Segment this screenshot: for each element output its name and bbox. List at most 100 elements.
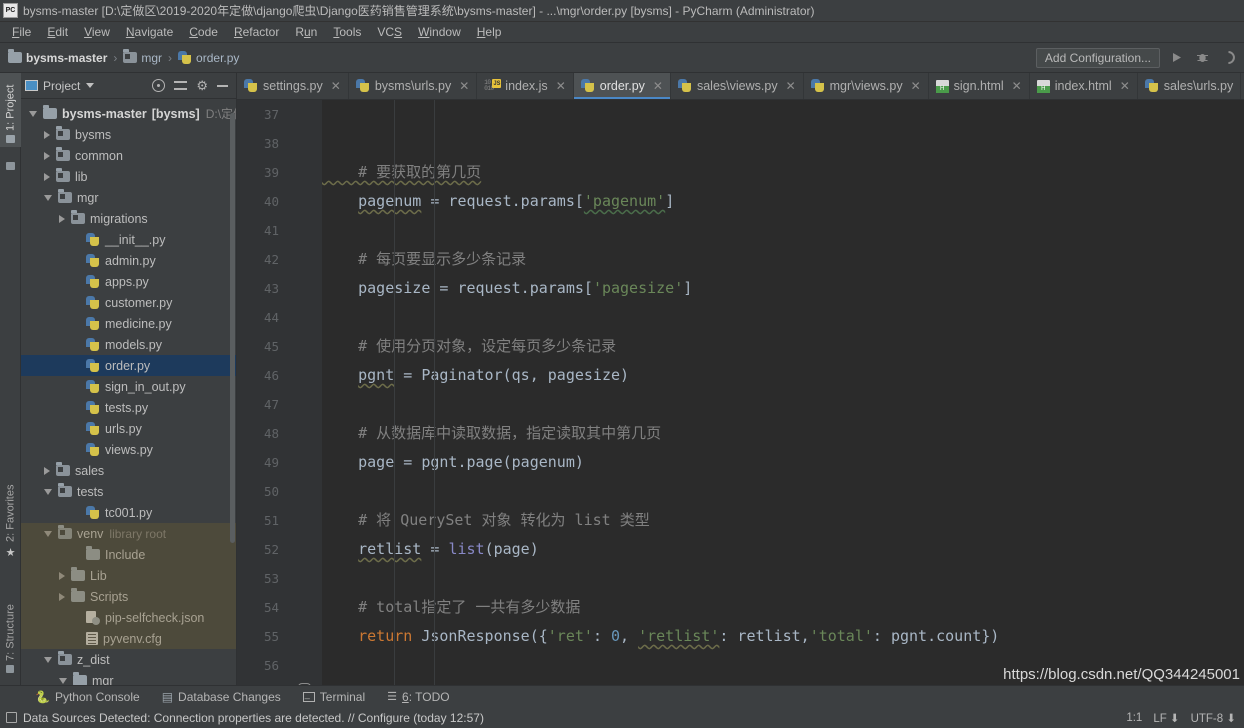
chevron-down-icon[interactable] <box>86 83 95 88</box>
editor-tab-index-js[interactable]: 10 010 JS index.js ✕ <box>477 73 574 99</box>
close-icon[interactable]: ✕ <box>1120 79 1130 93</box>
tree-item[interactable]: urls.py <box>21 418 236 439</box>
close-icon[interactable]: ✕ <box>556 79 566 93</box>
breadcrumb-item-bysms-master[interactable]: bysms-master <box>8 49 107 65</box>
caret-position[interactable]: 1:1 <box>1126 712 1142 724</box>
chevron-right-icon[interactable] <box>44 172 50 181</box>
menu-item-run[interactable]: Run <box>287 23 325 41</box>
menu-item-window[interactable]: Window <box>410 23 469 41</box>
breadcrumb-item-mgr[interactable]: mgr <box>123 49 162 65</box>
menu-item-vcs[interactable]: VCS <box>369 23 410 41</box>
chevron-down-icon[interactable] <box>44 488 52 495</box>
tree-item-selected[interactable]: order.py <box>21 355 236 376</box>
sidebar-item-structure[interactable]: 7: Structure <box>0 573 21 677</box>
tree-item[interactable]: Lib <box>21 565 236 586</box>
python-console-icon: 🐍 <box>35 689 50 704</box>
sidebar-item-favorites[interactable]: ★ 2: Favorites <box>0 467 21 563</box>
tree-item[interactable]: pip-selfcheck.json <box>21 607 236 628</box>
notification-icon[interactable] <box>6 712 17 723</box>
add-configuration-button[interactable]: Add Configuration... <box>1035 47 1160 68</box>
chevron-right-icon[interactable] <box>59 214 65 223</box>
gear-icon[interactable]: ⚙ <box>196 79 208 92</box>
close-icon[interactable]: ✕ <box>459 79 469 93</box>
tree-item[interactable]: Include <box>21 544 236 565</box>
chevron-down-icon[interactable] <box>44 530 52 537</box>
tree-item[interactable]: views.py <box>21 439 236 460</box>
chevron-right-icon[interactable] <box>44 466 50 475</box>
menu-item-refactor[interactable]: Refactor <box>226 23 287 41</box>
tree-item[interactable]: tests.py <box>21 397 236 418</box>
chevron-right-icon[interactable] <box>44 130 50 139</box>
hide-icon[interactable] <box>217 84 228 87</box>
chevron-down-icon[interactable] <box>29 110 37 117</box>
close-icon[interactable]: ✕ <box>331 79 341 93</box>
chevron-right-icon[interactable] <box>59 571 65 580</box>
tree-item[interactable]: medicine.py <box>21 313 236 334</box>
tree-item[interactable]: bysms-master[bysms]D:\定做 <box>21 103 236 124</box>
chevron-right-icon[interactable] <box>44 151 50 160</box>
editor-tab-sign-html[interactable]: sign.html ✕ <box>929 73 1030 99</box>
bottom-tool-6-todo[interactable]: ☰ 6: TODO <box>376 690 460 704</box>
editor-tab-sales-urls-py[interactable]: sales\urls.py <box>1138 73 1242 99</box>
project-scrollbar[interactable] <box>230 113 235 543</box>
tree-item[interactable]: mgr <box>21 670 236 685</box>
editor-tab-bysms-urls-py[interactable]: bysms\urls.py ✕ <box>349 73 478 99</box>
close-icon[interactable]: ✕ <box>653 79 663 93</box>
chevron-down-icon[interactable] <box>59 677 67 684</box>
tree-item[interactable]: venv library root <box>21 523 236 544</box>
editor-tab-mgr-views-py[interactable]: mgr\views.py ✕ <box>804 73 929 99</box>
tree-item[interactable]: sign_in_out.py <box>21 376 236 397</box>
tree-item[interactable]: mgr <box>21 187 236 208</box>
tree-item[interactable]: pyvenv.cfg <box>21 628 236 649</box>
menu-item-view[interactable]: View <box>76 23 118 41</box>
tree-item[interactable]: customer.py <box>21 292 236 313</box>
menu-item-help[interactable]: Help <box>469 23 510 41</box>
menu-item-file[interactable]: File <box>4 23 39 41</box>
chevron-right-icon[interactable] <box>59 592 65 601</box>
code-editor[interactable]: 37 38 39 40 41 42 43 44 45 46 47 48 49 50 51 52 53 54 55 56… <box>237 100 1244 685</box>
menu-item-edit[interactable]: Edit <box>39 23 76 41</box>
editor-tab-index-html[interactable]: index.html ✕ <box>1030 73 1138 99</box>
bottom-tool-python-console[interactable]: 🐍 Python Console <box>24 690 151 704</box>
close-icon[interactable]: ✕ <box>786 79 796 93</box>
tree-item[interactable]: migrations <box>21 208 236 229</box>
tool-window-label: 2: Favorites <box>4 484 17 542</box>
locate-icon[interactable] <box>152 79 166 92</box>
tree-item[interactable]: sales <box>21 460 236 481</box>
close-icon[interactable]: ✕ <box>911 79 921 93</box>
close-icon[interactable]: ✕ <box>1012 79 1022 93</box>
tree-item[interactable]: Scripts <box>21 586 236 607</box>
code-folding-gutter[interactable] <box>286 100 322 685</box>
tree-item[interactable]: tc001.py <box>21 502 236 523</box>
debug-button[interactable] <box>1192 48 1212 68</box>
tree-item[interactable]: bysms <box>21 124 236 145</box>
collapse-all-icon[interactable] <box>174 79 188 92</box>
editor-tab-order-py[interactable]: order.py ✕ <box>573 73 671 99</box>
file-encoding[interactable]: UTF-8 ⬇ <box>1191 711 1236 725</box>
code-content[interactable]: # 要获取的第几页 pagenum = request.params['page… <box>322 100 1244 685</box>
menu-item-tools[interactable]: Tools <box>325 23 369 41</box>
editor-tab-sales-views-py[interactable]: sales\views.py ✕ <box>671 73 804 99</box>
coverage-button[interactable] <box>1218 48 1238 68</box>
tree-item[interactable]: tests <box>21 481 236 502</box>
menu-item-navigate[interactable]: Navigate <box>118 23 181 41</box>
sidebar-item-project[interactable]: 1: Project <box>0 73 21 147</box>
tree-item[interactable]: apps.py <box>21 271 236 292</box>
bottom-tool-database-changes[interactable]: ▤ Database Changes <box>151 690 292 704</box>
tree-item[interactable]: __init__.py <box>21 229 236 250</box>
bottom-tool-terminal[interactable]: Terminal <box>292 689 376 704</box>
chevron-down-icon[interactable] <box>44 656 52 663</box>
source-folder-icon <box>58 189 72 203</box>
tree-item[interactable]: admin.py <box>21 250 236 271</box>
chevron-down-icon[interactable] <box>44 194 52 201</box>
run-button[interactable] <box>1166 48 1186 68</box>
tree-item[interactable]: models.py <box>21 334 236 355</box>
menu-item-code[interactable]: Code <box>181 23 226 41</box>
tree-item[interactable]: common <box>21 145 236 166</box>
tree-item[interactable]: z_dist <box>21 649 236 670</box>
editor-tab-settings-py[interactable]: settings.py ✕ <box>237 73 349 99</box>
tree-item[interactable]: lib <box>21 166 236 187</box>
tree-item-label: customer.py <box>105 295 173 310</box>
line-separator[interactable]: LF ⬇ <box>1153 711 1179 725</box>
breadcrumb-item-order-py[interactable]: order.py <box>178 50 239 65</box>
